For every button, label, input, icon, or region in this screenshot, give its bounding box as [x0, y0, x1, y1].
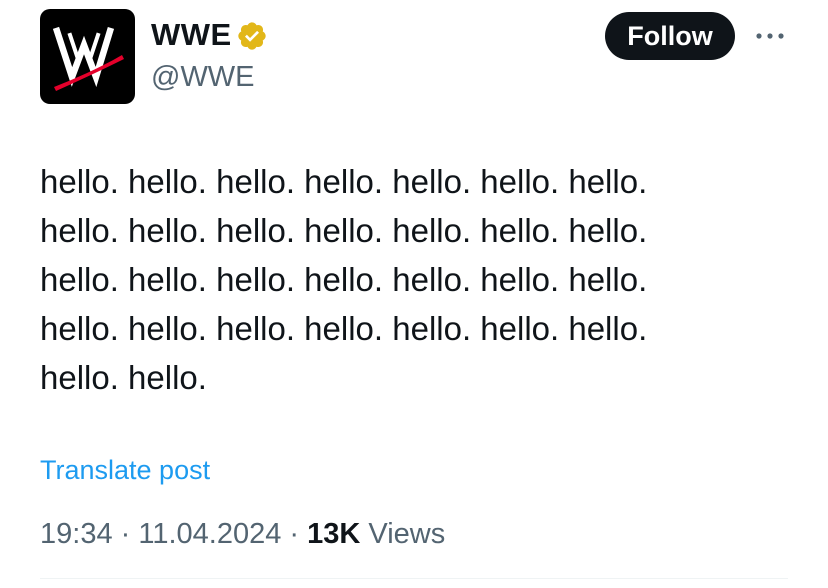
post-date[interactable]: 11.04.2024: [138, 518, 281, 550]
author-handle[interactable]: @WWE: [151, 57, 255, 97]
translate-post-link[interactable]: Translate post: [40, 451, 210, 489]
wwe-logo-icon: [52, 26, 124, 91]
author-display-name[interactable]: WWE: [151, 13, 232, 57]
views-count: 13K: [307, 518, 361, 550]
views-label: Views: [360, 518, 446, 550]
verified-badge-icon: [238, 22, 266, 50]
follow-button[interactable]: Follow: [605, 12, 735, 60]
post-meta: 19:34 · 11.04.2024 · 13K Views: [40, 514, 445, 554]
meta-separator: ·: [281, 518, 308, 550]
divider: [40, 578, 788, 579]
post-text: hello. hello. hello. hello. hello. hello…: [40, 163, 648, 396]
post-time[interactable]: 19:34: [40, 518, 113, 550]
post-card: WWE @WWE Follow hello. hello. hello. hel…: [0, 0, 828, 588]
more-options-button[interactable]: [752, 22, 788, 50]
meta-separator: ·: [112, 518, 139, 550]
avatar[interactable]: [40, 9, 135, 104]
more-options-icon: [756, 33, 784, 39]
